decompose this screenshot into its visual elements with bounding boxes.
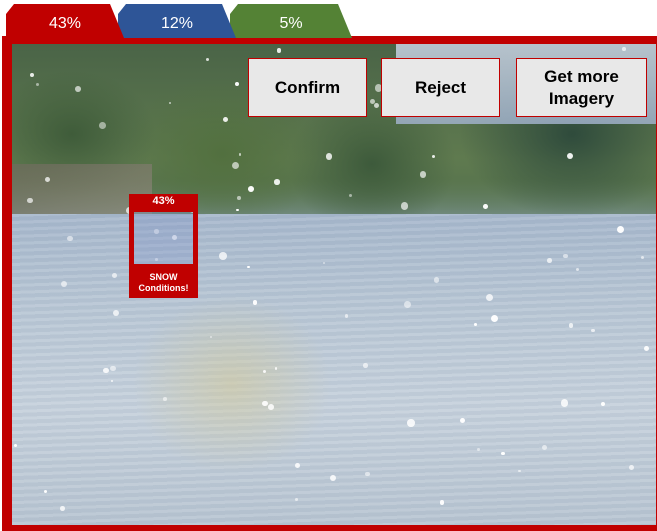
snowflake: [236, 196, 241, 201]
snowflake: [29, 72, 34, 77]
snowflake: [476, 448, 480, 451]
snowflake: [365, 471, 370, 477]
snowflake: [268, 404, 274, 411]
get-more-label-line1: Get more: [544, 67, 619, 87]
snowflake: [163, 396, 167, 401]
confirm-button[interactable]: Confirm: [248, 58, 367, 117]
snowflake: [75, 85, 82, 92]
detection-bounding-box[interactable]: [129, 207, 198, 269]
snowflake: [419, 171, 427, 178]
snowflake: [27, 197, 33, 204]
snowflake: [60, 280, 67, 287]
snowflake: [566, 153, 573, 160]
reject-button[interactable]: Reject: [381, 58, 500, 117]
tab-label: 43%: [48, 15, 82, 32]
snowflake: [45, 176, 51, 182]
snowflake: [348, 193, 352, 197]
snowflake: [111, 273, 117, 279]
snowflake: [407, 419, 415, 427]
snowflake: [473, 323, 477, 327]
tab-label: 12%: [160, 15, 194, 32]
snowflake: [219, 252, 228, 260]
tab-43-percent[interactable]: 43%: [6, 4, 124, 38]
snowflake: [431, 154, 435, 158]
snowflake: [247, 265, 250, 269]
snowflake: [403, 300, 411, 308]
get-more-label-line2: Imagery: [548, 88, 615, 108]
snowflake: [542, 444, 548, 450]
detection-caption: SNOW Conditions!: [129, 268, 198, 298]
snowflake: [563, 253, 568, 259]
snowflake: [546, 258, 552, 263]
snowflake: [325, 153, 333, 160]
snowflake: [295, 497, 299, 501]
snowflake: [363, 363, 368, 368]
snowflake: [168, 101, 171, 105]
snowflake: [622, 47, 626, 51]
tab-5-percent[interactable]: 5%: [230, 4, 352, 38]
snowflake: [13, 443, 17, 447]
detection-caption-line1: SNOW: [149, 272, 178, 282]
detection-caption-line2: Conditions!: [138, 283, 189, 293]
snowflake: [261, 400, 268, 407]
snowflake: [616, 225, 625, 233]
snowflake: [35, 82, 39, 86]
snowflake: [330, 474, 337, 481]
snowflake: [274, 179, 280, 185]
snowflake: [568, 323, 574, 328]
snowflake: [110, 379, 113, 382]
tab-label: 5%: [279, 15, 303, 32]
get-more-imagery-label: Get more Imagery: [544, 66, 619, 109]
confirm-button-label: Confirm: [274, 77, 341, 97]
reject-button-label: Reject: [414, 77, 467, 97]
water-reflection: [132, 294, 332, 474]
snowflake: [560, 399, 569, 407]
snowflake: [248, 185, 255, 192]
snowflake: [640, 255, 644, 259]
tab-12-percent[interactable]: 12%: [118, 4, 236, 38]
snowflake: [322, 261, 325, 264]
snowflake: [628, 464, 634, 470]
snowflake: [99, 122, 106, 129]
snowflake: [236, 208, 239, 212]
snowflake: [433, 277, 440, 283]
snowflake: [643, 345, 649, 351]
get-more-imagery-button[interactable]: Get more Imagery: [516, 58, 647, 117]
snowflake: [67, 235, 73, 242]
snowflake: [60, 506, 65, 511]
detection-confidence-label: 43%: [129, 194, 198, 208]
snowflake: [501, 451, 505, 456]
snowflake: [112, 310, 119, 317]
